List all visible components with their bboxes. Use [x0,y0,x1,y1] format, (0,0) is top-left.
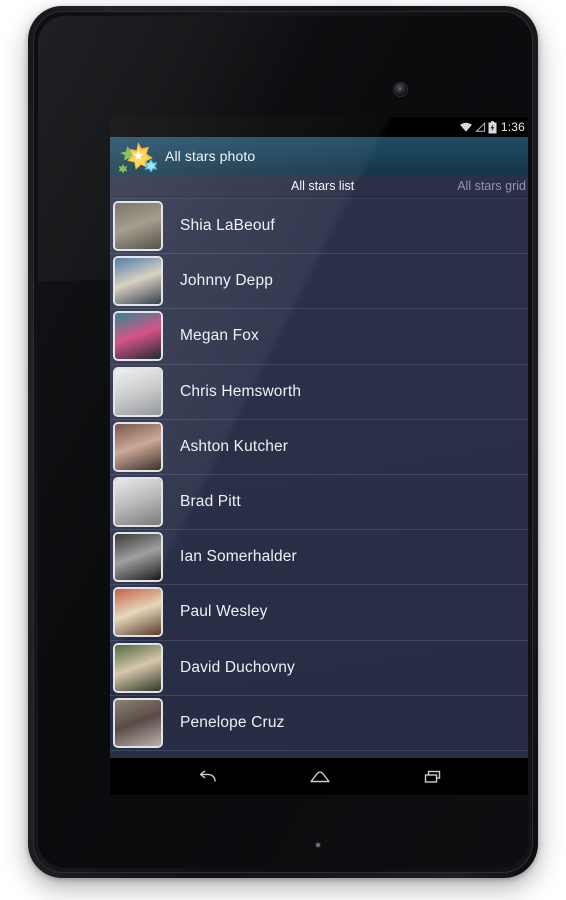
home-button[interactable] [297,762,343,792]
back-button[interactable] [184,762,230,792]
device-screen: 1:36 All stars photo All stars list All … [110,117,528,795]
list-item-name: Penelope Cruz [180,713,285,731]
stars-list[interactable]: Shia LaBeouf Johnny Depp Megan Fox Chris He… [110,199,528,758]
android-navigation-bar [110,758,528,795]
tablet-device: 1:36 All stars photo All stars list All … [28,6,538,878]
list-item-name: Megan Fox [180,327,259,345]
app-title: All stars photo [165,147,256,164]
tab-bar: All stars list All stars grid [110,175,528,199]
thumbnail-brad-pitt [113,477,163,528]
battery-charging-icon [488,120,497,134]
front-camera-icon [394,83,407,96]
action-bar: All stars photo [110,137,528,175]
thumbnail-ian-somerhalder [113,532,163,583]
stars-burst-icon[interactable] [114,139,164,173]
list-item-name: Paul Wesley [180,603,268,621]
list-item[interactable]: Penelope Cruz [110,696,528,751]
list-item-name: Shia LaBeouf [180,217,275,235]
tab-all-stars-list[interactable]: All stars list [291,180,354,193]
list-item[interactable]: David Duchovny [110,641,528,696]
thumbnail-chris-hemsworth [113,366,163,417]
list-item[interactable]: Brad Pitt [110,475,528,531]
list-item[interactable]: Ashton Kutcher [110,420,528,475]
list-item-name: Brad Pitt [180,493,241,511]
recents-button[interactable] [410,762,456,792]
thumbnail-ashton-kutcher [113,421,163,472]
thumbnail-paul-wesley [113,587,163,638]
screenshot-stage: 1:36 All stars photo All stars list All … [0,0,566,900]
status-bar-icons [459,120,497,134]
tablet-bezel-inner: 1:36 All stars photo All stars list All … [33,11,533,873]
list-item-name: Ian Somerhalder [180,548,297,566]
list-item-name: Johnny Depp [180,272,273,290]
status-bar-clock: 1:36 [500,120,525,134]
thumbnail-david-duchovny [113,642,163,693]
status-bar: 1:36 [110,117,528,137]
notification-led-icon [316,843,320,847]
list-item[interactable]: Shia LaBeouf [110,199,528,255]
tab-all-stars-grid[interactable]: All stars grid [457,180,526,193]
thumbnail-johnny-depp [113,256,163,307]
list-item-name: Chris Hemsworth [180,382,302,400]
list-item[interactable]: Chris Hemsworth [110,365,528,420]
list-item-name: David Duchovny [180,658,295,676]
wifi-icon [459,121,473,133]
tablet-front-face: 1:36 All stars photo All stars list All … [38,16,528,868]
signal-icon [475,121,486,133]
list-item[interactable]: Paul Wesley [110,585,528,641]
thumbnail-megan-fox [113,311,163,362]
list-item[interactable]: Megan Fox [110,309,528,365]
thumbnail-shia-labeouf [113,201,163,252]
list-item[interactable]: Johnny Depp [110,254,528,310]
list-item[interactable]: Ian Somerhalder [110,530,528,586]
list-item-name: Ashton Kutcher [180,437,289,455]
thumbnail-penelope-cruz [113,697,163,748]
